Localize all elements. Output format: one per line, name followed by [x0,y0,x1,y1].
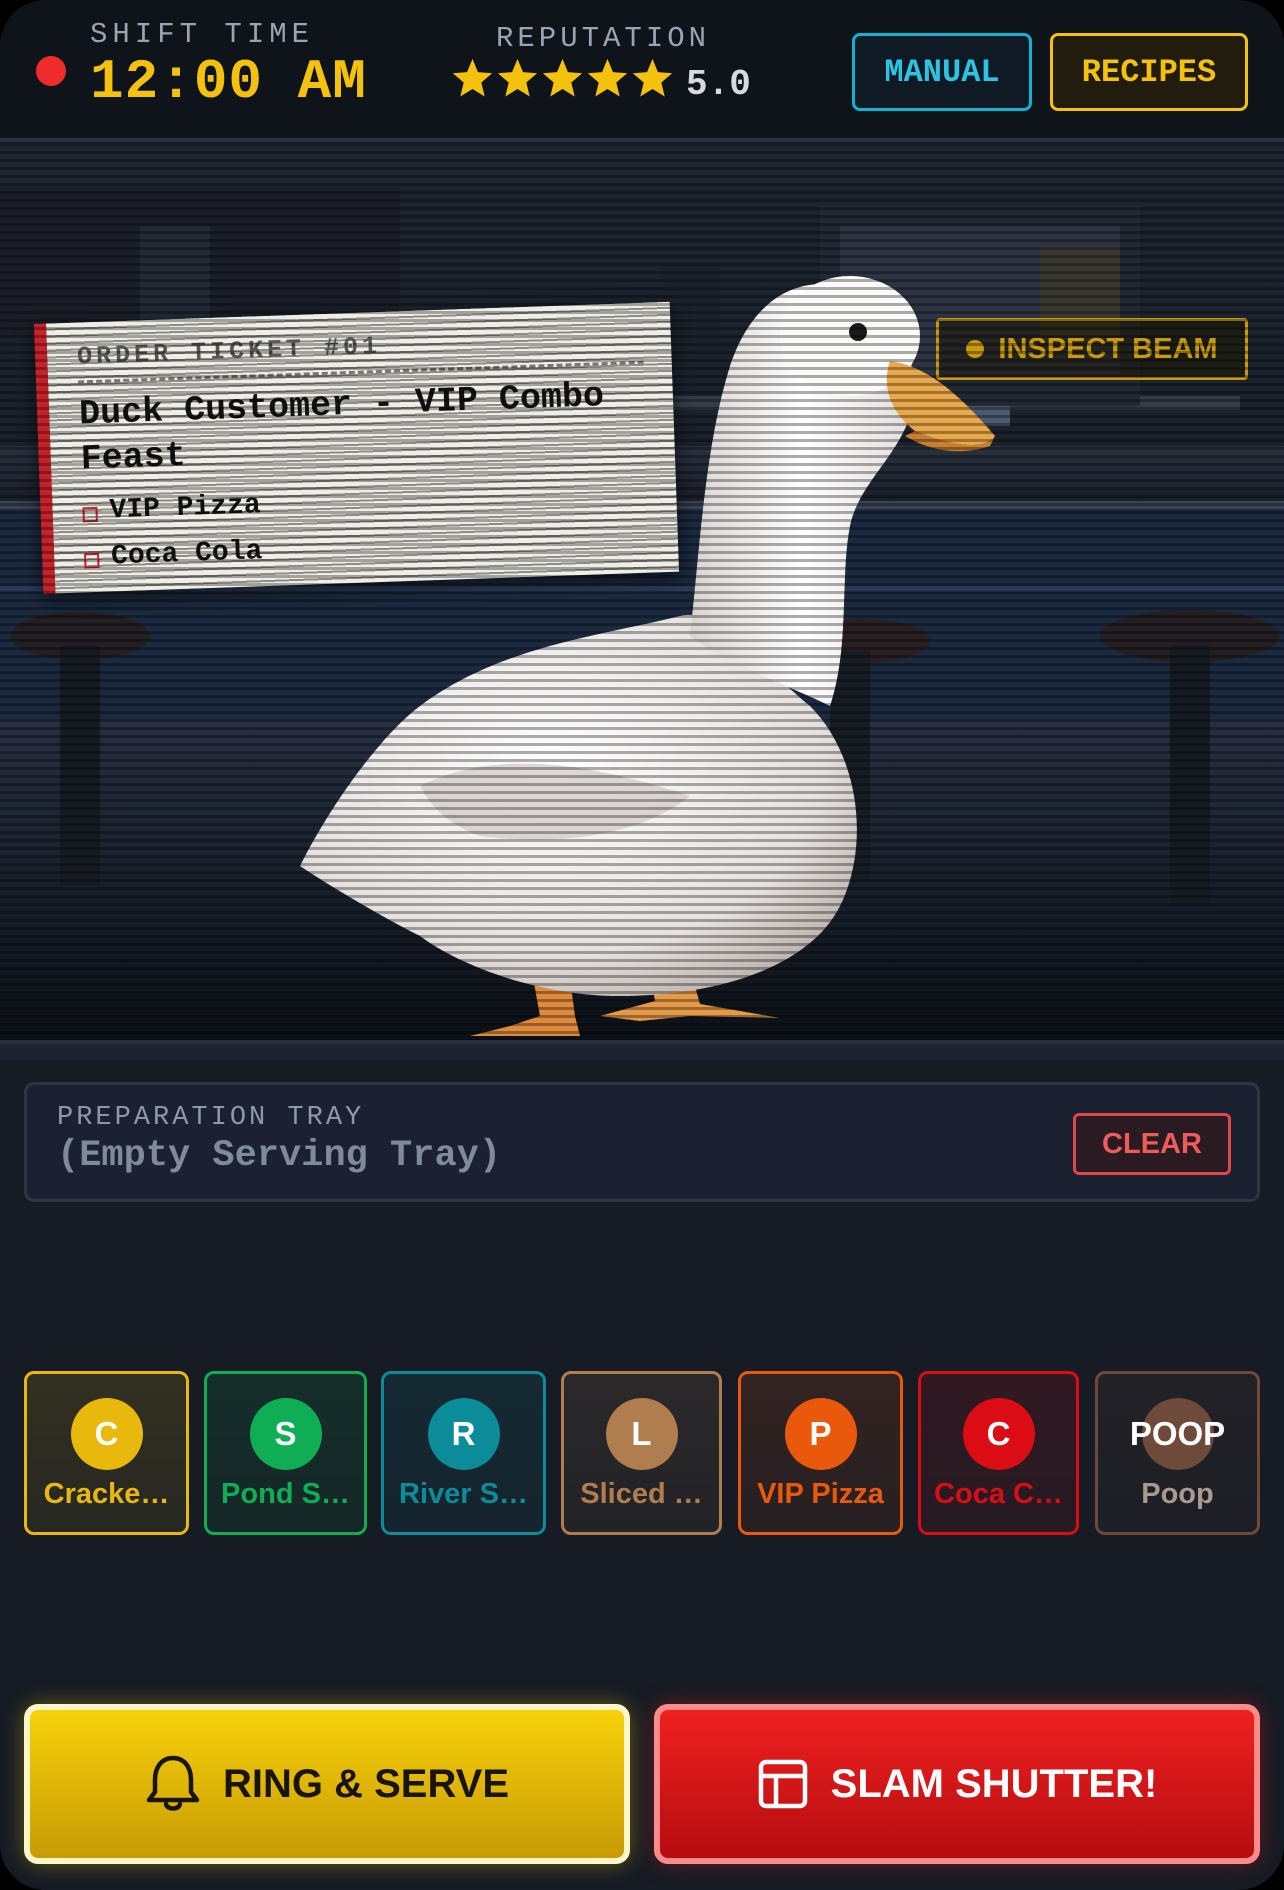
star-icon [632,58,673,97]
star-icon [497,58,538,97]
ring-and-serve-label: RING & SERVE [223,1761,509,1806]
star-icon [452,58,493,97]
ingredient-card[interactable]: S Pond S… [204,1371,367,1535]
ingredient-label: Pond S… [221,1478,350,1510]
ingredient-icon: C [962,1398,1035,1470]
ingredient-card[interactable]: P VIP Pizza [738,1371,903,1535]
ingredient-card[interactable]: R River S… [381,1371,546,1535]
ticket-item: Coca Cola [84,536,263,573]
ticket-number: ORDER TICKET #01 [76,331,382,372]
checkbox-icon [84,552,100,569]
diner-background [0,146,1284,1042]
shift-time-value: 12:00 AM [90,50,367,114]
reputation-stars [450,56,675,106]
ingredient-label: VIP Pizza [757,1478,884,1510]
clear-tray-button[interactable]: CLEAR [1073,1113,1231,1175]
ingredient-icon: POOP [1130,1398,1225,1470]
star-icon [587,58,628,97]
ingredient-icon: P [784,1398,857,1470]
customer-window: ORDER TICKET #01 Duck Customer - VIP Com… [0,146,1284,1042]
ticket-item-label: Coca Cola [110,536,263,573]
ticket-item: VIP Pizza [82,490,261,527]
ticket-item-label: VIP Pizza [109,490,262,527]
top-bar: SHIFT TIME 12:00 AM REPUTATION 5.0 MANUA… [0,0,1284,142]
star-icon [542,58,583,97]
ingredient-label: Sliced … [580,1478,703,1510]
shutter-icon [758,1759,807,1809]
ingredient-icon: S [249,1398,322,1470]
recording-indicator [36,56,66,86]
ingredient-icon: R [427,1398,500,1470]
ingredient-label: Poop [1141,1478,1214,1510]
bell-icon [146,1755,200,1811]
ingredient-icon: C [70,1398,143,1470]
tray-contents: (Empty Serving Tray) [57,1135,502,1177]
reputation-value: 5.0 [686,64,751,105]
shift-time-label: SHIFT TIME [90,18,315,51]
reputation-label: REPUTATION [496,22,711,55]
ingredient-bar: C Cracke… S Pond S… R River S… L Sliced … P VIP P… [24,1371,1260,1535]
ingredient-label: Coca C… [934,1478,1063,1510]
inspect-beam-button[interactable]: INSPECT BEAM [936,318,1248,380]
slam-shutter-button[interactable]: SLAM SHUTTER! [654,1704,1260,1864]
ingredient-label: Cracke… [43,1478,170,1510]
recipes-button[interactable]: RECIPES [1050,33,1248,111]
tray-label: PREPARATION TRAY [57,1103,365,1133]
ingredient-card[interactable]: L Sliced … [561,1371,722,1535]
ingredient-icon: L [605,1398,678,1470]
ingredient-card[interactable]: C Cracke… [24,1371,189,1535]
inspect-beam-label: INSPECT BEAM [998,332,1218,365]
order-ticket: ORDER TICKET #01 Duck Customer - VIP Com… [34,301,680,594]
game-screen: SHIFT TIME 12:00 AM REPUTATION 5.0 MANUA… [0,0,1284,1890]
slam-shutter-label: SLAM SHUTTER! [830,1761,1158,1806]
ingredient-label: River S… [399,1478,528,1510]
ring-and-serve-button[interactable]: RING & SERVE [24,1704,630,1864]
preparation-tray[interactable]: PREPARATION TRAY (Empty Serving Tray) CL… [24,1082,1260,1202]
checkbox-icon [82,506,98,523]
ingredient-card[interactable]: C Coca C… [918,1371,1079,1535]
ticket-order-title: Duck Customer - VIP Combo Feast [78,376,605,480]
window-sill [0,1040,1284,1060]
manual-button[interactable]: MANUAL [852,33,1032,111]
ingredient-card[interactable]: POOP Poop [1095,1371,1260,1535]
beam-dot-icon [966,340,985,358]
